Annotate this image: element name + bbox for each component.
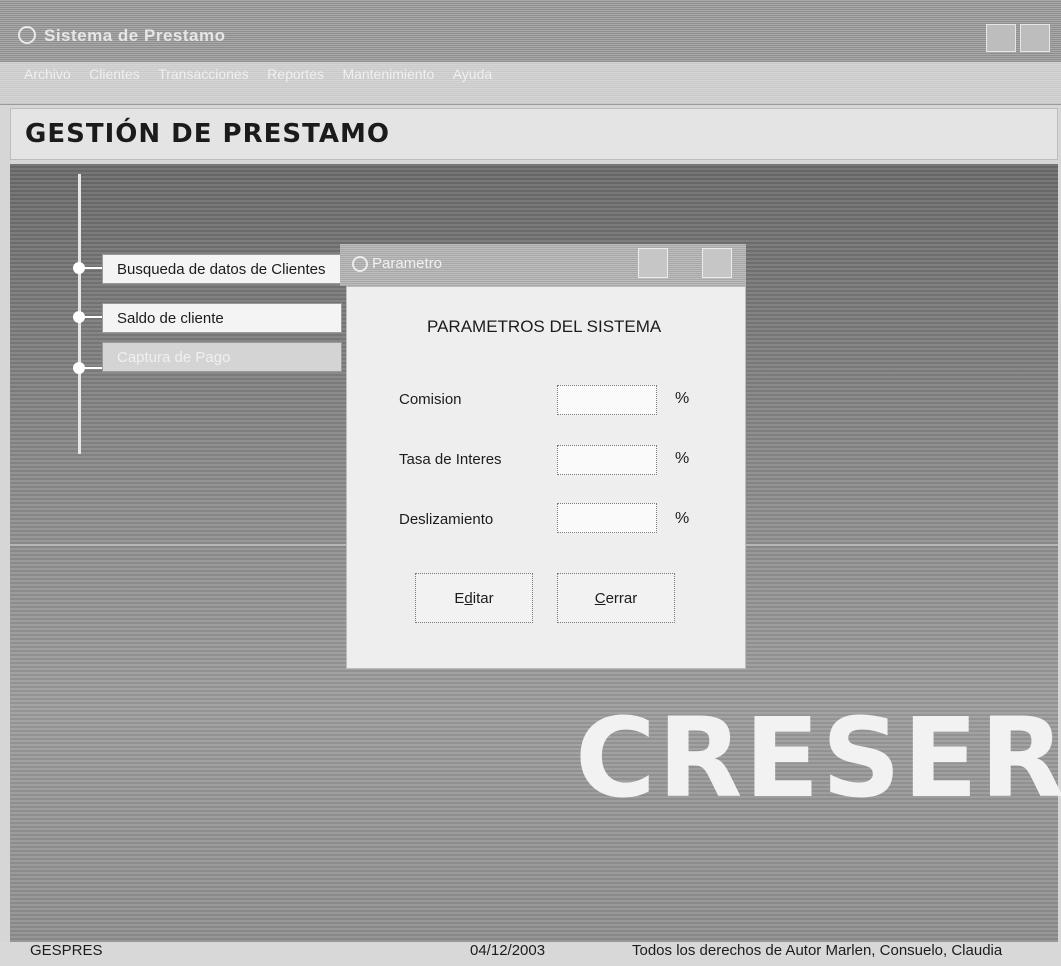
- comision-percent-unit: %: [675, 390, 690, 407]
- dialog-maximize-button[interactable]: [638, 248, 668, 278]
- editar-label-post: itar: [472, 589, 494, 607]
- menu-ayuda[interactable]: Ayuda: [453, 66, 492, 82]
- parametro-dialog: Parametro PARAMETROS DEL SISTEMA Comisio…: [340, 244, 746, 669]
- dialog-body: PARAMETROS DEL SISTEMA Comision % Tasa d…: [346, 286, 746, 669]
- dialog-heading: PARAMETROS DEL SISTEMA: [427, 317, 662, 336]
- deslizamiento-percent-unit: %: [675, 510, 690, 527]
- editar-label-mnemonic: d: [464, 589, 473, 607]
- tasa-interes-percent-unit: %: [675, 450, 690, 467]
- menu-reportes[interactable]: Reportes: [267, 66, 324, 82]
- nav-connector: [80, 267, 102, 269]
- nav-item-captura-pago[interactable]: Captura de Pago: [102, 342, 342, 372]
- menu-archivo[interactable]: Archivo: [24, 66, 71, 82]
- window-titlebar[interactable]: Sistema de Prestamo: [0, 0, 1061, 62]
- cerrar-button[interactable]: Cerrar: [557, 573, 675, 623]
- cerrar-label-mnemonic: C: [594, 589, 606, 607]
- minimize-button[interactable]: [986, 24, 1016, 52]
- editar-button[interactable]: Editar: [415, 573, 533, 623]
- nav-item-saldo-cliente[interactable]: Saldo de cliente: [102, 303, 342, 333]
- menu-transacciones[interactable]: Transacciones: [158, 66, 249, 82]
- status-copyright: Todos los derechos de Autor Marlen, Cons…: [632, 942, 1003, 959]
- app-icon: [18, 26, 36, 44]
- tasa-interes-input[interactable]: [557, 445, 657, 475]
- menu-clientes[interactable]: Clientes: [89, 66, 140, 82]
- menu-bar: Archivo Clientes Transacciones Reportes …: [0, 62, 1061, 105]
- cerrar-label-post: errar: [605, 589, 638, 607]
- close-button[interactable]: [1020, 24, 1050, 52]
- status-date: 04/12/2003: [470, 942, 546, 959]
- comision-label: Comision: [399, 391, 462, 408]
- status-app-name: GESPRES: [30, 942, 103, 959]
- deslizamiento-input[interactable]: [557, 503, 657, 533]
- creser-logo-watermark: CRESER: [575, 694, 1061, 822]
- page-header: GESTIÓN DE PRESTAMO: [10, 108, 1058, 160]
- tasa-interes-label: Tasa de Interes: [399, 451, 502, 468]
- nav-item-busqueda-clientes[interactable]: Busqueda de datos de Clientes: [102, 254, 342, 284]
- dialog-close-button[interactable]: [702, 248, 732, 278]
- menu-mantenimiento[interactable]: Mantenimiento: [342, 66, 434, 82]
- window-title: Sistema de Prestamo: [44, 26, 226, 45]
- dialog-title: Parametro: [372, 255, 443, 272]
- dialog-titlebar[interactable]: Parametro: [340, 244, 746, 286]
- status-bar: GESPRES 04/12/2003 Todos los derechos de…: [0, 942, 1061, 966]
- editar-label-pre: E: [454, 589, 465, 607]
- deslizamiento-label: Deslizamiento: [399, 511, 494, 528]
- nav-connector: [80, 316, 102, 318]
- nav-connector: [80, 367, 102, 369]
- page-title: GESTIÓN DE PRESTAMO: [25, 119, 390, 149]
- app-screen: Sistema de Prestamo Archivo Clientes Tra…: [0, 0, 1061, 966]
- comision-input[interactable]: [557, 385, 657, 415]
- dialog-app-icon: [352, 256, 368, 272]
